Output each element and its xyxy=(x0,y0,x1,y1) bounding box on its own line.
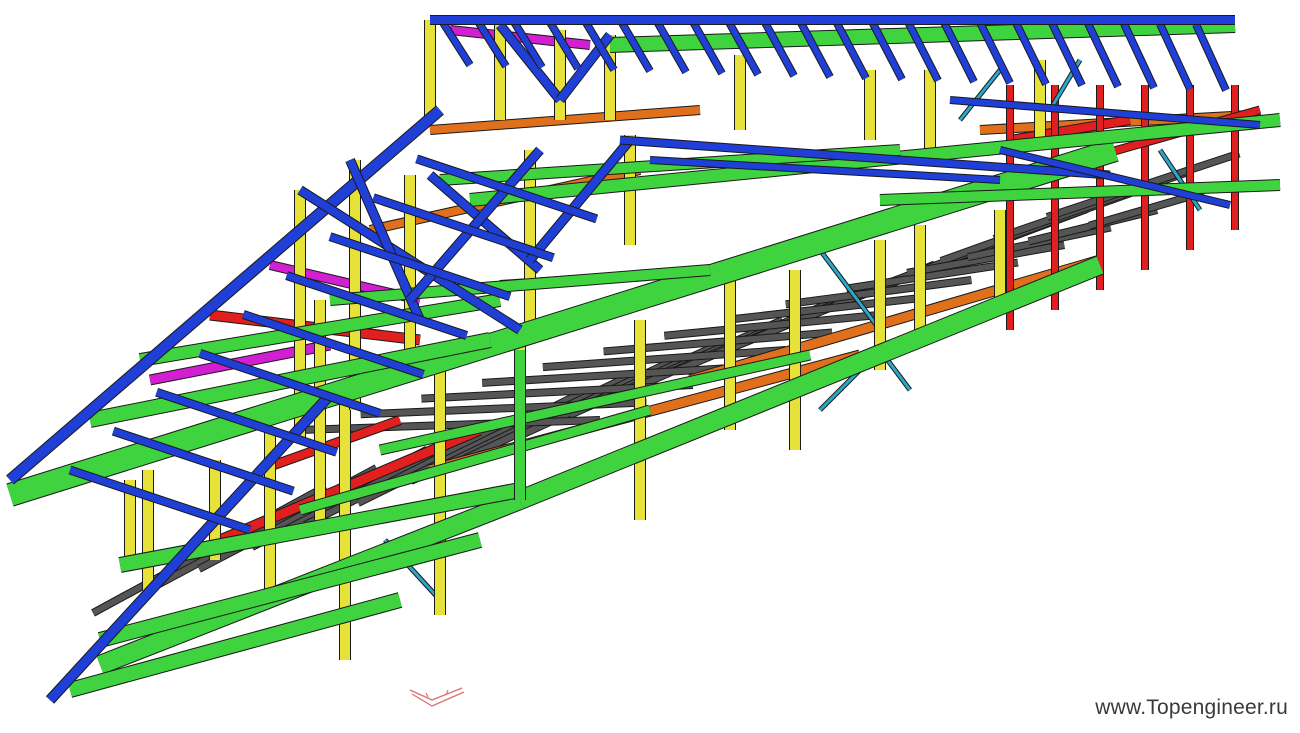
steel-frame-model xyxy=(6,15,1281,707)
roof-rafter xyxy=(797,19,833,79)
coordinate-triad-icon xyxy=(409,687,465,707)
watermark-text: www.Topengineer.ru xyxy=(1095,696,1288,719)
roof-rafter xyxy=(437,16,473,67)
roof-rafter xyxy=(1193,23,1229,92)
roof-rafter xyxy=(761,19,797,78)
bracing xyxy=(958,69,1002,121)
model-viewport[interactable]: www.Topengineer.ru xyxy=(0,0,1300,728)
roof-purlin xyxy=(68,466,252,534)
